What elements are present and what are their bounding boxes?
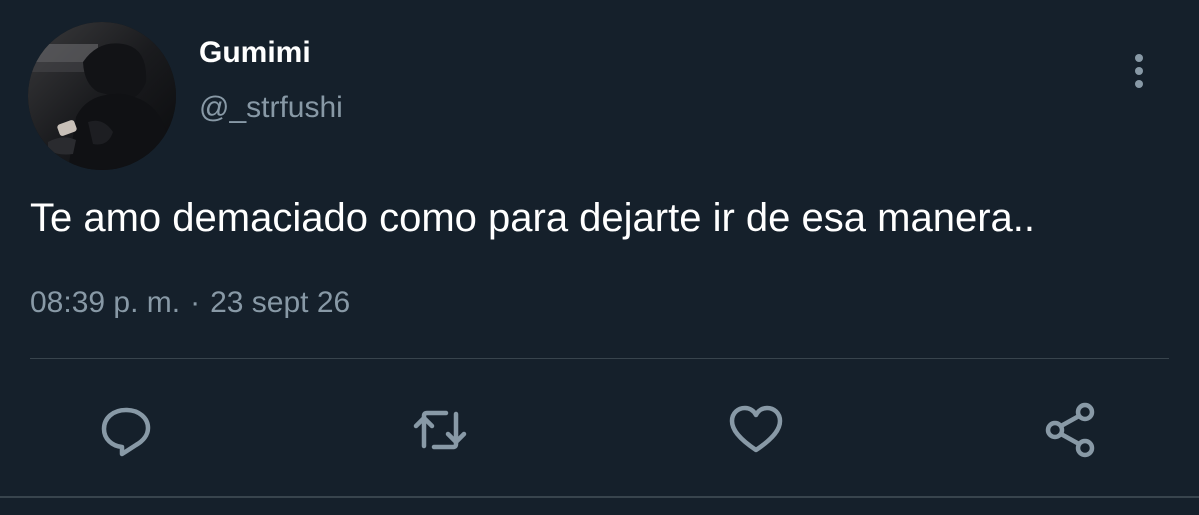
divider	[30, 358, 1169, 359]
heart-icon	[729, 405, 783, 453]
bottom-divider	[0, 496, 1199, 498]
tweet-text: Te amo demaciado como para dejarte ir de…	[30, 196, 1035, 240]
tweet-date[interactable]: 23 sept 26	[210, 286, 350, 319]
tweet-meta: 08:39 p. m. · 23 sept 26	[30, 286, 350, 320]
more-options-button[interactable]	[1124, 50, 1154, 94]
share-button[interactable]	[1043, 402, 1099, 458]
avatar[interactable]	[28, 22, 176, 170]
tweet-time[interactable]: 08:39 p. m.	[30, 286, 180, 319]
more-vertical-icon	[1135, 54, 1143, 88]
user-handle[interactable]: @_strfushi	[199, 91, 343, 125]
retweet-button[interactable]	[412, 402, 468, 458]
meta-separator: ·	[190, 286, 201, 319]
reply-icon	[101, 407, 151, 457]
display-name[interactable]: Gumimi	[199, 36, 311, 70]
avatar-image	[28, 22, 176, 170]
reply-button[interactable]	[98, 402, 154, 458]
share-icon	[1045, 402, 1095, 458]
retweet-icon	[413, 410, 467, 450]
like-button[interactable]	[728, 402, 784, 458]
